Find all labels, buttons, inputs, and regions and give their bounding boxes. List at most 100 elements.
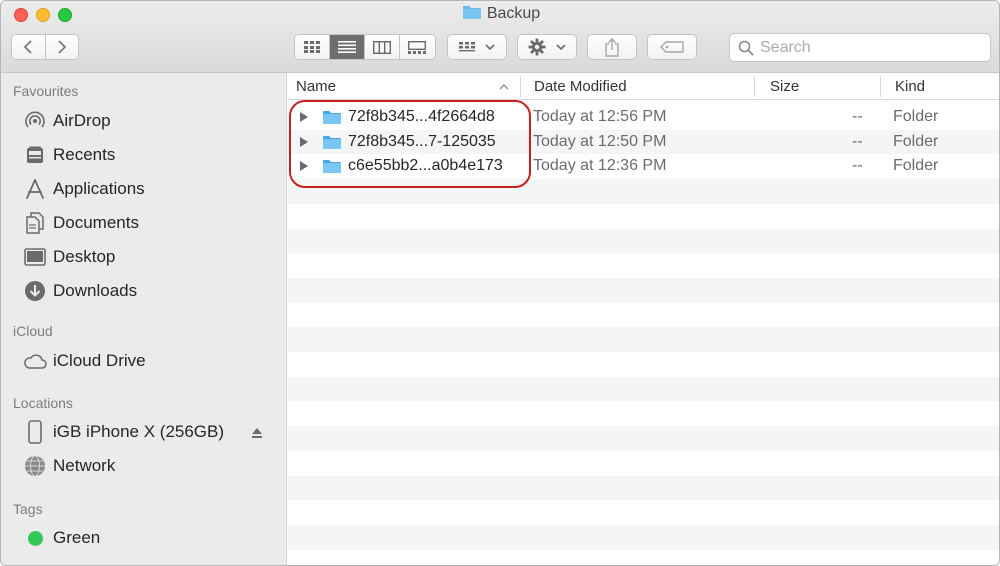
applications-icon [23,177,47,201]
sidebar-section-icloud: iCloud [13,323,53,339]
file-name: c6e55bb2...a0b4e173 [348,157,503,175]
downloads-icon [23,279,47,303]
file-kind: Folder [893,132,939,150]
action-menu-button[interactable] [517,34,577,60]
empty-row [288,524,999,550]
sidebar-item-desktop[interactable]: Desktop [23,243,273,271]
file-date-modified: Today at 12:50 PM [533,132,667,150]
search-icon [738,40,754,56]
disclosure-triangle-icon[interactable] [300,112,308,122]
sidebar-item-downloads[interactable]: Downloads [23,277,273,305]
eject-icon[interactable] [251,424,263,444]
sidebar-section-favourites: Favourites [13,83,79,99]
sidebar-item-documents[interactable]: Documents [23,209,273,237]
edit-tags-button[interactable] [647,34,697,60]
chevron-left-icon [23,40,32,54]
empty-row [288,475,999,501]
sidebar-item-airdrop[interactable]: AirDrop [23,107,273,135]
list-icon [338,41,356,53]
finder-window: Backup Search Favourites AirDrop Recents… [0,0,1000,566]
forward-button[interactable] [45,35,78,59]
sidebar-section-locations: Locations [13,395,73,411]
grid-icon [304,41,320,53]
column-header-kind[interactable]: Kind [895,78,925,95]
file-name: 72f8b345...4f2664d8 [348,108,495,125]
sidebar-section-tags: Tags [13,501,43,517]
file-size: -- [852,132,863,150]
sidebar-item-iphone[interactable]: iGB iPhone X (256GB) [23,418,273,446]
navigation-buttons [11,34,79,60]
column-header-size[interactable]: Size [770,78,799,95]
column-header-name[interactable]: Name [296,78,336,95]
group-by-button[interactable] [447,34,507,60]
file-date-modified: Today at 12:36 PM [533,157,667,175]
table-row[interactable]: 72f8b345...4f2664d8 Today at 12:56 PM --… [288,105,999,130]
recents-icon [23,143,47,167]
disclosure-triangle-icon[interactable] [300,161,308,172]
disclosure-triangle-icon[interactable] [300,136,308,147]
search-input[interactable] [760,38,960,57]
sidebar-item-label: iGB iPhone X (256GB) [53,422,225,441]
sidebar-item-label: Downloads [53,281,138,300]
sidebar-item-tag-green[interactable]: Green [23,524,273,552]
window-title-text: Backup [486,5,541,22]
columns-icon [373,40,391,54]
iphone-icon [23,420,47,444]
file-name: 72f8b345...7-125035 [348,132,496,150]
tag-color-dot-icon [23,526,47,550]
search-field[interactable] [729,33,991,62]
table-row[interactable]: 72f8b345...7-125035 Today at 12:50 PM --… [288,129,999,155]
sidebar-item-label: Desktop [53,247,116,266]
empty-row [288,500,999,525]
folder-icon [322,135,342,155]
empty-row [288,352,999,377]
table-row[interactable]: c6e55bb2...a0b4e173 Today at 12:36 PM --… [288,154,999,179]
sidebar-item-label: AirDrop [53,111,111,130]
sidebar-item-icloud-drive[interactable]: iCloud Drive [23,347,273,375]
airdrop-icon [23,109,47,133]
icon-view-button[interactable] [295,35,330,59]
file-date-modified: Today at 12:56 PM [533,108,667,125]
network-globe-icon [23,454,47,478]
sidebar-item-applications[interactable]: Applications [23,175,273,203]
gear-icon [528,38,546,56]
empty-row [288,401,999,426]
chevron-right-icon [58,40,67,54]
view-mode-segmented-control [294,34,436,60]
gallery-view-button[interactable] [400,35,435,59]
sidebar-item-recents[interactable]: Recents [23,141,273,169]
file-kind: Folder [893,108,939,125]
column-header-date-modified[interactable]: Date Modified [534,78,627,95]
share-button[interactable] [587,34,637,60]
empty-row [288,253,999,278]
list-view-button[interactable] [330,35,365,59]
gallery-icon [408,40,427,54]
sidebar-item-tag-partial[interactable] [23,558,273,565]
documents-icon [23,211,47,235]
back-button[interactable] [12,35,46,59]
empty-row [288,327,999,352]
empty-row [288,204,999,229]
toolbar: Backup [1,1,999,73]
sort-ascending-chevron-icon[interactable] [499,84,509,90]
column-view-button[interactable] [365,35,400,59]
file-kind: Folder [893,157,939,175]
sidebar-item-label: Green [53,528,101,547]
sidebar: Favourites AirDrop Recents Applications … [1,73,287,565]
window-title: Backup [1,5,999,23]
empty-row [288,228,999,254]
empty-row [288,451,999,476]
cloud-icon [23,349,47,373]
desktop-icon [23,245,47,269]
tag-icon [660,41,684,53]
empty-row [288,277,999,303]
file-size: -- [852,157,863,175]
folder-icon [322,110,342,130]
sidebar-item-network[interactable]: Network [23,452,273,480]
chevron-down-icon [556,43,566,50]
folder-icon [462,5,482,20]
sidebar-item-label: iCloud Drive [53,351,146,370]
empty-row [288,179,999,204]
chevron-down-icon [485,43,495,50]
sidebar-item-label: Recents [53,145,116,164]
